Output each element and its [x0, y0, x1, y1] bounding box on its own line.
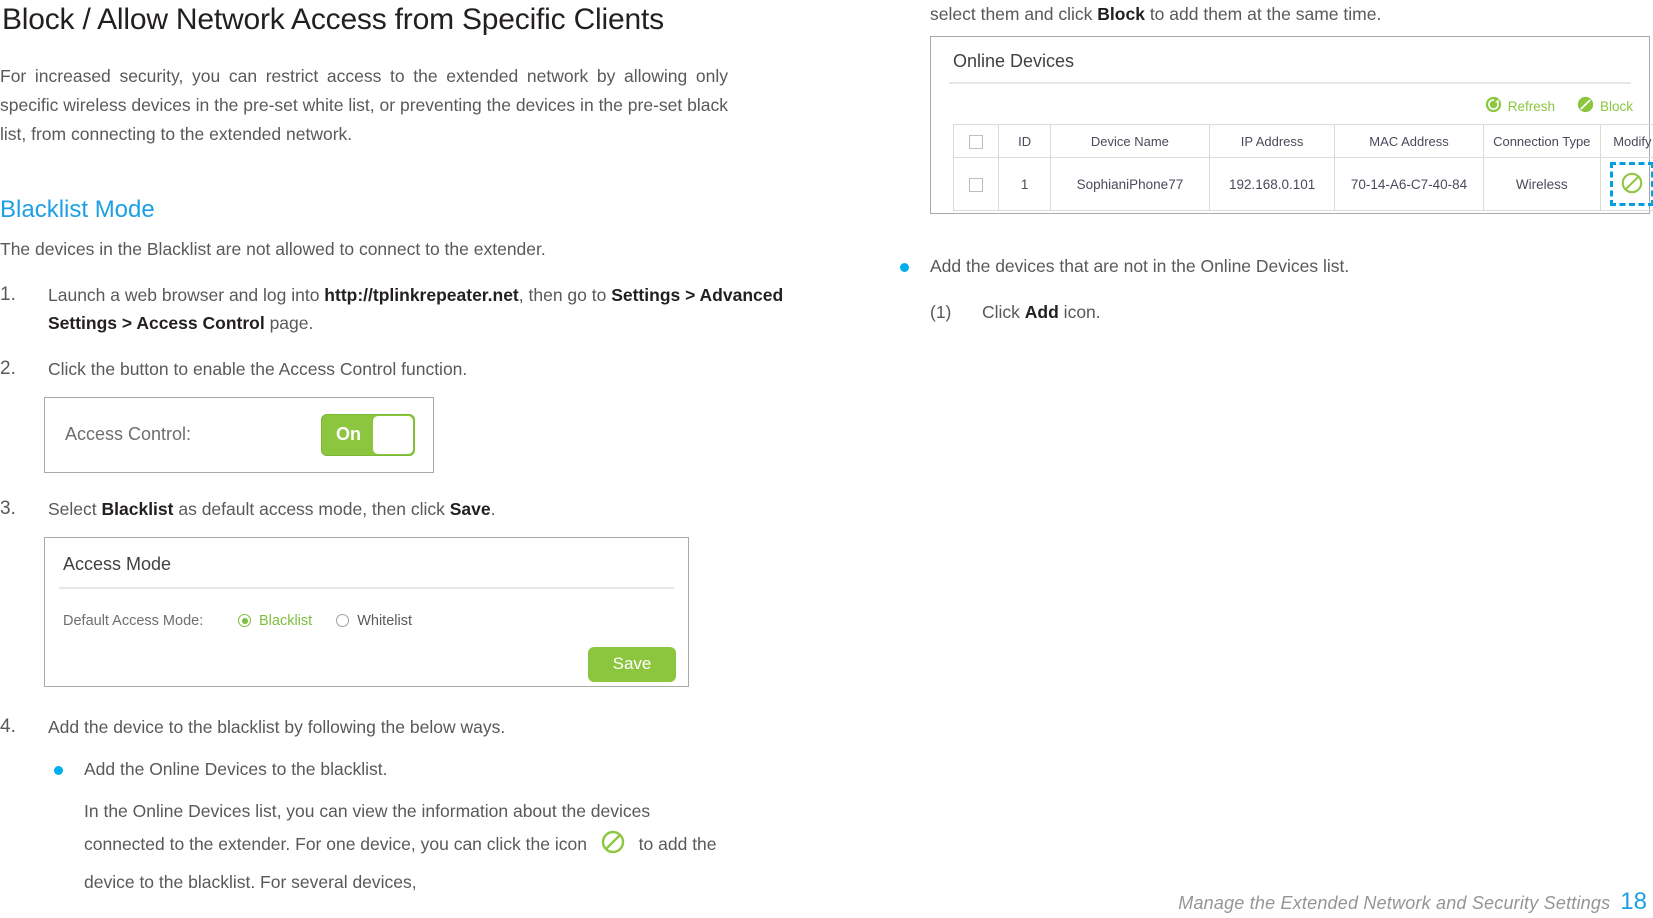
bullet-item-2: Add the devices that are not in the Onli… [890, 252, 1653, 280]
step-3-text-a: Select [48, 498, 102, 519]
row-connection-type: Wireless [1482, 157, 1601, 211]
refresh-label: Refresh [1507, 98, 1555, 114]
row-mac-address: 70-14-A6-C7-40-84 [1334, 157, 1484, 211]
online-devices-table: ID Device Name IP Address MAC Address Co… [952, 124, 1653, 211]
step-3-text-b: as default access mode, then click [173, 498, 450, 519]
substep-text-a: Click [982, 302, 1025, 322]
header-ip-address: IP Address [1208, 124, 1336, 158]
substep-number: (1) [930, 302, 952, 322]
online-devices-panel-title: Online Devices [953, 51, 1075, 71]
access-control-label: Access Control: [65, 424, 192, 444]
block-label: Block [1599, 98, 1633, 114]
step-2: 2. Click the button to enable the Access… [0, 355, 790, 383]
header-modify: Modify [1599, 124, 1653, 158]
step-4-body: Add the device to the blacklist by follo… [48, 716, 506, 737]
access-control-toggle-state: On [336, 424, 361, 444]
bullet-1-paragraph-continued: select them and click Block to add them … [890, 0, 1653, 28]
section-title-blacklist-mode: Blacklist Mode [0, 195, 155, 223]
step-2-number: 2. [0, 357, 16, 379]
radio-whitelist-dot [336, 614, 350, 627]
step-1-text-a: Launch a web browser and log into [48, 284, 325, 305]
block-button[interactable]: Block [1577, 96, 1633, 116]
step-2-body: Click the button to enable the Access Co… [48, 358, 468, 379]
bullet-1-paragraph: In the Online Devices list, you can view… [0, 795, 734, 899]
save-button-wrap: Save [45, 646, 688, 682]
radio-blacklist[interactable]: Blacklist [238, 613, 312, 629]
block-icon [1577, 96, 1594, 116]
default-access-mode-row: Default Access Mode: Blacklist Whitelist [45, 589, 688, 629]
step-3-text-c: . [490, 498, 496, 519]
intro-paragraph: For increased security, you can restrict… [0, 66, 728, 144]
access-mode-panel-title: Access Mode [63, 553, 172, 574]
select-all-checkbox[interactable] [969, 134, 984, 149]
annotation-highlight-box [1610, 162, 1653, 206]
radio-blacklist-label: Blacklist [259, 612, 313, 629]
right-column: select them and click Block to add them … [890, 0, 1653, 326]
toggle-knob [373, 415, 413, 454]
online-devices-panel: Online Devices Refresh Block ID Device N… [930, 36, 1653, 214]
row-checkbox[interactable] [969, 177, 984, 192]
refresh-button[interactable]: Refresh [1485, 96, 1555, 116]
access-control-widget-wrap: Access Control: On [0, 396, 790, 473]
footer-page-number: 18 [1620, 888, 1647, 915]
substep-text-b: icon. [1058, 302, 1101, 322]
header-connection-type: Connection Type [1482, 124, 1601, 158]
radio-whitelist[interactable]: Whitelist [336, 613, 412, 629]
section-lead: The devices in the Blacklist are not all… [0, 238, 546, 259]
bullet-2-substep-1: (1) Click Add icon. [890, 298, 1653, 326]
step-1-bold-url: http://tplinkrepeater.net [324, 284, 519, 305]
step-1: 1. Launch a web browser and log into htt… [0, 281, 790, 337]
continued-text-b: to add them at the same time. [1144, 4, 1382, 24]
header-id: ID [998, 124, 1051, 158]
access-mode-wrap: Access Mode Default Access Mode: Blackli… [0, 536, 790, 687]
bullet-1-para-text-a: In the Online Devices list, you can view… [84, 800, 651, 854]
radio-blacklist-dot [238, 614, 251, 627]
header-device-name: Device Name [1049, 124, 1210, 158]
step-1-number: 1. [0, 283, 16, 305]
default-access-mode-label: Default Access Mode: [63, 612, 204, 629]
bullet-dot-1 [44, 755, 84, 775]
substep-bold-add: Add [1024, 302, 1059, 322]
step-1-body: Launch a web browser and log into http:/… [48, 281, 790, 337]
continued-bold-block: Block [1097, 4, 1145, 24]
table-row: 1 SophianiPhone77 192.168.0.101 70-14-A6… [952, 157, 1653, 211]
step-3-body: Select Blacklist as default access mode,… [48, 495, 790, 523]
bullet-2-label: Add the devices that are not in the Onli… [930, 256, 1350, 276]
document-page: Block / Allow Network Access from Specif… [0, 0, 1653, 918]
block-icon [600, 829, 626, 866]
step-4: 4. Add the device to the blacklist by fo… [0, 713, 790, 741]
header-mac-address: MAC Address [1334, 124, 1484, 158]
row-checkbox-cell[interactable] [952, 157, 1000, 211]
step-3-number: 3. [0, 497, 16, 519]
row-modify-cell [1599, 157, 1653, 211]
continued-text-a: select them and click [930, 4, 1098, 24]
row-device-name: SophianiPhone77 [1049, 157, 1210, 211]
refresh-icon [1485, 96, 1502, 116]
access-mode-panel: Access Mode Default Access Mode: Blackli… [44, 536, 689, 687]
step-4-number: 4. [0, 715, 16, 737]
step-1-text-b: , then go to [518, 284, 612, 305]
step-3: 3. Select Blacklist as default access mo… [0, 495, 790, 523]
row-block-icon[interactable] [1620, 171, 1644, 198]
substep-body: Click Add icon. [982, 298, 1101, 326]
bullet-1-label: Add the Online Devices to the blacklist. [84, 758, 388, 779]
step-3-bold-blacklist: Blacklist [101, 498, 174, 519]
row-ip-address: 192.168.0.101 [1208, 157, 1336, 211]
access-control-toggle[interactable]: On [321, 413, 415, 456]
bullet-item-1: Add the Online Devices to the blacklist. [0, 755, 790, 783]
page-title: Block / Allow Network Access from Specif… [2, 3, 664, 36]
footer-breadcrumb: Manage the Extended Network and Security… [1178, 893, 1611, 913]
radio-whitelist-label: Whitelist [357, 612, 412, 629]
online-devices-actions: Refresh Block [931, 84, 1649, 124]
save-button[interactable]: Save [588, 646, 676, 682]
bullet-dot-2 [890, 252, 930, 272]
table-header-row: ID Device Name IP Address MAC Address Co… [952, 124, 1653, 158]
header-select-all[interactable] [952, 124, 1000, 158]
row-id: 1 [998, 157, 1051, 211]
step-3-bold-save: Save [449, 498, 491, 519]
access-control-panel: Access Control: On [44, 396, 434, 473]
step-1-text-c: page. [264, 312, 314, 333]
page-footer: Manage the Extended Network and Security… [1178, 888, 1647, 916]
left-column: Block / Allow Network Access from Specif… [0, 0, 790, 899]
